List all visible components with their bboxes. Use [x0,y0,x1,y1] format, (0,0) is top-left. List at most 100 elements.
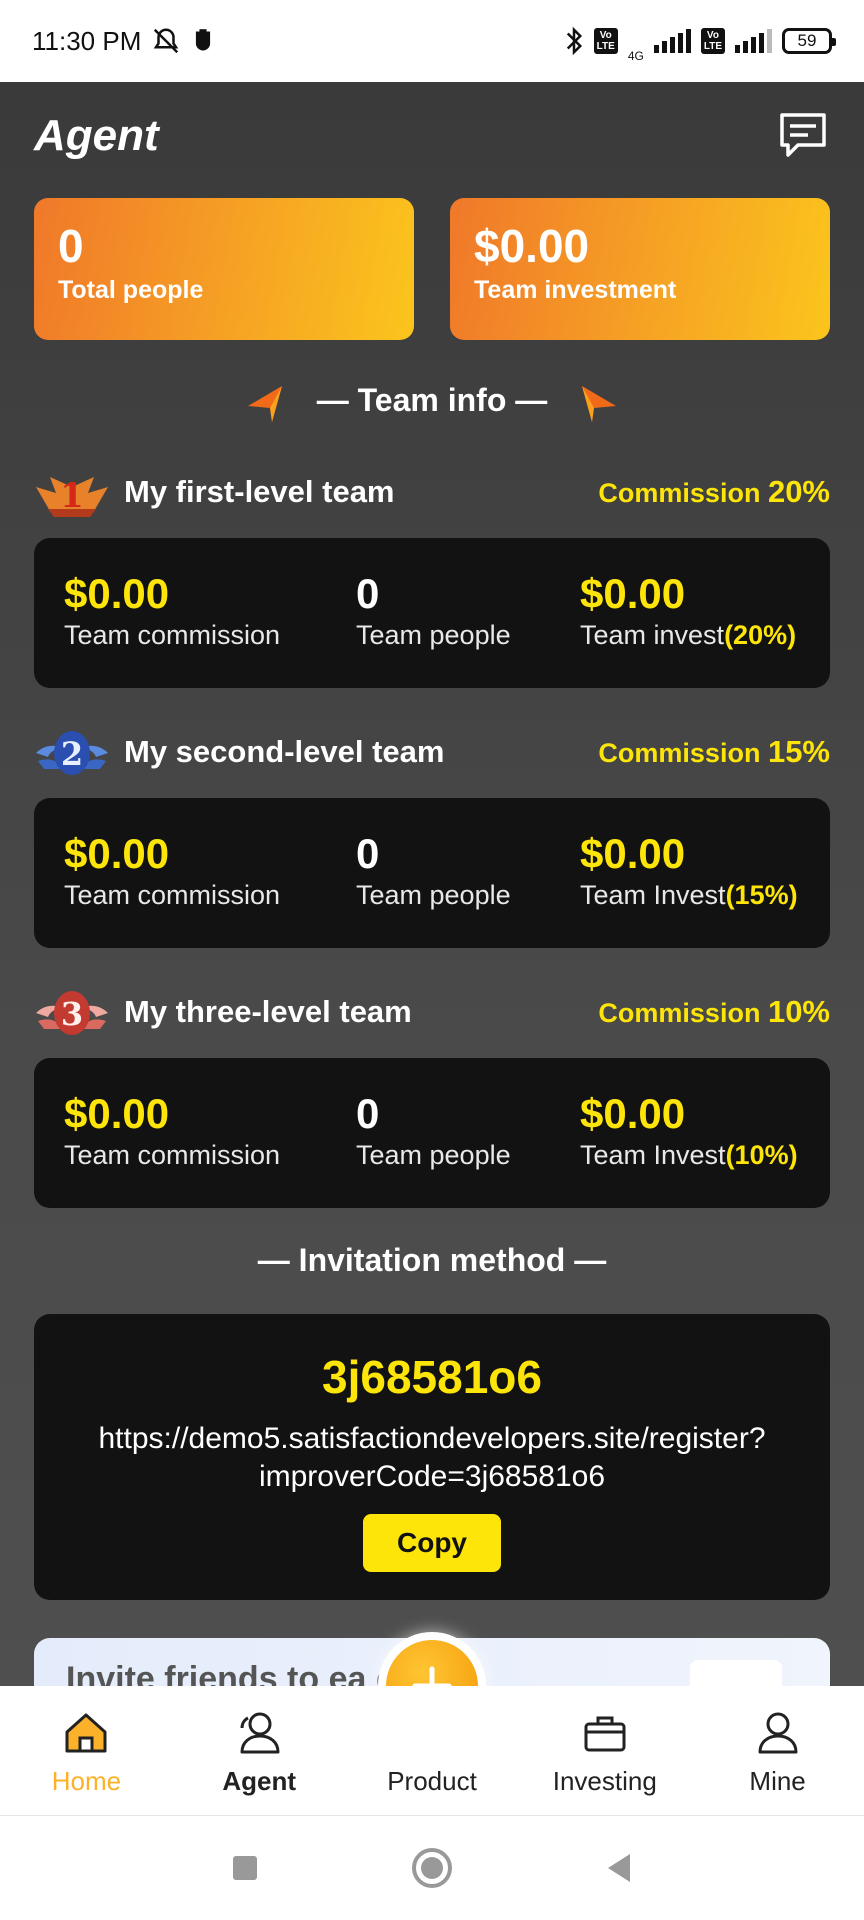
nav-product[interactable]: Product [346,1686,519,1815]
invitation-title: — Invitation method — [257,1242,607,1278]
nav-home[interactable]: Home [0,1686,173,1815]
nav-product-spacer [407,1708,457,1758]
volte-badge-2: Vo LTE [700,28,725,54]
level-1-commission: Commission 20% [598,474,830,510]
nav-product-label: Product [387,1766,477,1796]
level-2-name: My second-level team [124,734,445,769]
level-2-header: 2 My second-level team Commission 15% [34,722,830,782]
level-3-commission-value: $0.00 [64,1090,170,1137]
level-3-commission-label: Commission [598,998,761,1028]
level-3-invest-col: $0.00 Team Invest(10%) [580,1090,798,1171]
page-header: Agent [34,104,830,168]
nav-home-label: Home [51,1766,122,1796]
signal-icon [653,29,691,53]
level-1-people-caption: Team people [356,620,511,650]
level-3-commission-caption: Team commission [64,1140,281,1170]
level-2-commission-col: $0.00 Team commission [64,830,280,911]
level-3-invest-caption: Team Invest [580,1140,726,1170]
level-2-invest-value: $0.00 [580,830,686,877]
level-3-invest-caption-wrap: Team Invest(10%) [580,1140,798,1171]
level-2-commission-value: $0.00 [64,830,170,877]
level-1-commission-col: $0.00 Team commission [64,570,280,651]
status-left: 11:30 PM [32,26,215,57]
status-time: 11:30 PM [32,25,142,56]
level-2-invest-col: $0.00 Team Invest(15%) [580,830,798,911]
rank-2-badge-icon: 2 [36,731,108,775]
level-3-invest-pct: (10%) [725,1140,798,1170]
team-investment-label: Team investment [474,276,677,304]
level-2-commission-pct: 15% [767,734,830,769]
level-2-invest-pct: (15%) [725,880,798,910]
level-3-title-group: 3 My three-level team [34,985,412,1039]
level-2-invest-caption: Team Invest [580,880,726,910]
team-info-title: — Team info — [316,382,548,418]
level-1-name: My first-level team [124,474,395,509]
home-icon [65,1713,107,1753]
invite-link[interactable]: https://demo5.satisfactiondevelopers.sit… [34,1420,830,1496]
level-1-invest-pct: (20%) [724,620,797,650]
rank-1-number: 1 [60,476,84,516]
level-1-header: 1 My first-level team Commission 20% [34,462,830,522]
nav-mine[interactable]: Mine [691,1686,864,1815]
user-icon [758,1712,798,1754]
invite-code: 3j68581o6 [322,1351,542,1403]
page-title: Agent [34,111,159,160]
rank-1-badge-icon: 1 [36,467,108,517]
level-3-header: 3 My three-level team Commission 10% [34,982,830,1042]
level-1-people-col: 0 Team people [356,570,511,651]
level-2-invest-caption-wrap: Team Invest(15%) [580,880,798,911]
level-2-commission-caption: Team commission [64,880,281,910]
invite-link-line-1: https://demo5.satisfactiondevelopers.sit… [98,1422,766,1455]
team-investment-card: $0.00 Team investment [450,198,830,340]
signal-icon-2 [735,29,772,53]
level-1-commission-label: Commission [598,478,761,508]
rank-3-number: 3 [61,995,83,1033]
rank-3-badge-icon: 3 [36,991,108,1035]
level-1-invest-caption-wrap: Team invest(20%) [580,620,796,651]
nav-agent[interactable]: Agent [173,1686,346,1815]
banner-toggle[interactable] [690,1660,782,1686]
level-1-card: $0.00 Team commission 0 Team people $0.0… [34,538,830,688]
level-2-people-value: 0 [356,830,380,877]
level-3-people-caption: Team people [356,1140,511,1170]
level-1-invest-caption: Team invest [580,620,725,650]
recents-icon[interactable] [230,1853,260,1883]
level-3-people-col: 0 Team people [356,1090,511,1171]
bell-muted-icon [154,28,179,54]
total-people-card: 0 Total people [34,198,414,340]
battery-icon: 59 [782,28,836,54]
back-icon[interactable] [604,1852,634,1884]
agent-page: Agent 0 Total people $0.00 Team investme… [0,82,864,1686]
level-2-commission: Commission 15% [598,734,830,770]
volte-badge: Vo LTE [593,28,618,54]
level-2-people-caption: Team people [356,880,511,910]
battery-level: 59 [797,31,817,50]
copy-button[interactable]: Copy [363,1514,501,1572]
arrow-right-icon [582,386,616,422]
level-2-people-col: 0 Team people [356,830,511,911]
level-2-card: $0.00 Team commission 0 Team people $0.0… [34,798,830,948]
level-3-invest-value: $0.00 [580,1090,686,1137]
status-bar: 11:30 PM Vo LTE 4G Vo LTE 59 [0,0,864,82]
home-circle-icon[interactable] [410,1846,454,1890]
level-2-commission-label: Commission [598,738,761,768]
system-nav-bar [0,1816,864,1920]
status-right: Vo LTE 4G Vo LTE 59 [564,19,836,63]
total-people-value: 0 [58,220,84,272]
level-1-commission-caption: Team commission [64,620,281,650]
level-1-commission-pct: 20% [767,474,830,509]
nav-investing[interactable]: Investing [518,1686,691,1815]
message-icon[interactable] [776,109,830,163]
network-type: 4G [627,49,644,63]
level-3-card: $0.00 Team commission 0 Team people $0.0… [34,1058,830,1208]
bluetooth-icon [566,26,582,56]
level-3-people-value: 0 [356,1090,380,1137]
level-3-name: My three-level team [124,994,412,1029]
nav-investing-label: Investing [552,1766,657,1796]
agent-icon [240,1712,280,1754]
level-1-commission-value: $0.00 [64,570,170,617]
team-investment-value: $0.00 [474,220,590,272]
invite-link-line-2: improverCode=3j68581o6 [258,1460,606,1493]
level-3-commission-pct: 10% [767,994,830,1029]
bottom-nav: Home Agent Product Investing Mine [0,1686,864,1816]
